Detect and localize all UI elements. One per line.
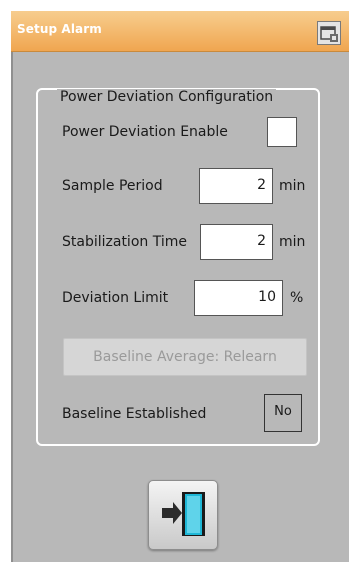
groupbox-title: Power Deviation Configuration	[57, 89, 277, 105]
stabilization-time-label: Stabilization Time	[62, 234, 187, 250]
exit-door-icon	[162, 492, 205, 536]
baseline-relearn-button[interactable]: Baseline Average: Relearn	[63, 338, 307, 376]
deviation-limit-label: Deviation Limit	[62, 290, 169, 306]
baseline-established-value: No	[264, 394, 302, 432]
stabilization-time-unit: min	[279, 234, 306, 250]
window-options-glyph	[320, 26, 338, 42]
stabilization-time-input[interactable]: 2	[200, 224, 273, 260]
sample-period-input[interactable]: 2	[199, 168, 273, 204]
enable-checkbox[interactable]	[267, 117, 297, 147]
window-options-icon[interactable]	[317, 21, 341, 45]
panel-left-edge	[11, 52, 13, 562]
sample-period-unit: min	[279, 178, 306, 194]
deviation-limit-input[interactable]: 10	[194, 280, 283, 316]
enable-label: Power Deviation Enable	[62, 124, 228, 140]
window-title: Setup Alarm	[17, 22, 102, 36]
baseline-established-label: Baseline Established	[62, 406, 207, 422]
exit-button[interactable]	[148, 480, 218, 550]
deviation-limit-unit: %	[290, 290, 304, 306]
titlebar: Setup Alarm	[11, 11, 349, 52]
sample-period-label: Sample Period	[62, 178, 163, 194]
